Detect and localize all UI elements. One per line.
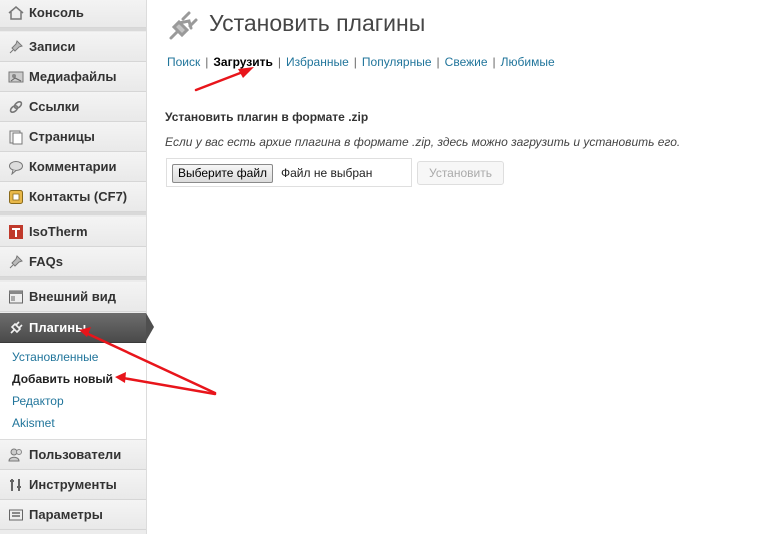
tab-separator: |	[353, 55, 357, 69]
menu-separator	[0, 28, 146, 31]
submenu-akismet[interactable]: Akismet	[12, 416, 55, 430]
choose-file-button[interactable]: Выберите файл	[172, 164, 274, 183]
menu-separator	[0, 277, 146, 280]
admin-sidebar: Консоль Записи Медиафайлы Ссылки Страниц…	[0, 0, 154, 534]
comment-icon	[6, 157, 26, 177]
menu-console[interactable]: Консоль	[0, 0, 146, 28]
tab-separator: |	[205, 55, 209, 69]
menu-tools-label: Инструменты	[29, 477, 117, 492]
users-icon	[6, 445, 26, 465]
submenu-editor[interactable]: Редактор	[12, 394, 64, 408]
tab-upload[interactable]: Загрузить	[213, 55, 272, 69]
menu-posts-label: Записи	[29, 39, 76, 54]
page-title: Установить плагины	[209, 10, 426, 36]
tab-favorites[interactable]: Любимые	[501, 55, 555, 69]
isotherm-icon	[6, 222, 26, 242]
settings-icon	[6, 505, 26, 525]
file-status: Файл не выбран	[281, 166, 373, 180]
menu-pages[interactable]: Страницы	[0, 122, 146, 152]
menu-settings[interactable]: Параметры	[0, 500, 146, 530]
plugins-submenu: Установленные Добавить новый Редактор Ak…	[0, 343, 146, 440]
submenu-add-new[interactable]: Добавить новый	[12, 372, 113, 386]
menu-separator	[0, 212, 146, 215]
upload-description: Если у вас есть архие плагина в формате …	[165, 135, 681, 149]
link-icon	[6, 97, 26, 117]
pin-icon	[6, 252, 26, 272]
menu-faqs[interactable]: FAQs	[0, 247, 146, 277]
menu-plugins[interactable]: Плагины	[0, 313, 146, 343]
plugin-header-icon	[167, 8, 201, 42]
menu-users[interactable]: Пользователи	[0, 440, 146, 470]
menu-settings-label: Параметры	[29, 507, 103, 522]
submenu-installed[interactable]: Установленные	[12, 350, 98, 364]
upload-heading: Установить плагин в формате .zip	[165, 110, 369, 124]
pin-icon	[6, 37, 26, 57]
tab-newest[interactable]: Свежие	[445, 55, 488, 69]
tab-featured[interactable]: Избранные	[286, 55, 349, 69]
tab-popular[interactable]: Популярные	[362, 55, 432, 69]
menu-links[interactable]: Ссылки	[0, 92, 146, 122]
arrow-to-upload-tab	[194, 67, 254, 92]
tools-icon	[6, 475, 26, 495]
menu-appearance[interactable]: Внешний вид	[0, 282, 146, 312]
install-tabs: Поиск | Загрузить | Избранные | Популярные | Све…	[167, 55, 555, 69]
menu-posts[interactable]: Записи	[0, 32, 146, 62]
menu-media[interactable]: Медиафайлы	[0, 62, 146, 92]
tab-search[interactable]: Поиск	[167, 55, 200, 69]
menu-contacts-label: Контакты (CF7)	[29, 189, 128, 204]
page-icon	[6, 127, 26, 147]
active-menu-pointer	[146, 313, 154, 341]
menu-pages-label: Страницы	[29, 129, 95, 144]
menu-isotherm[interactable]: IsoTherm	[0, 217, 146, 247]
menu-links-label: Ссылки	[29, 99, 80, 114]
menu-faqs-label: FAQs	[29, 254, 63, 269]
menu-console-label: Консоль	[29, 5, 84, 20]
menu-contacts[interactable]: Контакты (CF7)	[0, 182, 146, 212]
menu-plugins-label: Плагины	[29, 320, 87, 335]
appearance-icon	[6, 287, 26, 307]
menu-comments[interactable]: Комментарии	[0, 152, 146, 182]
file-input[interactable]: Выберите файл Файл не выбран	[166, 158, 412, 187]
menu-appearance-label: Внешний вид	[29, 289, 116, 304]
contact-form-icon	[6, 187, 26, 207]
media-icon	[6, 67, 26, 87]
dashboard-icon	[6, 3, 26, 23]
install-button[interactable]: Установить	[417, 161, 504, 185]
tab-separator: |	[436, 55, 440, 69]
tab-separator: |	[277, 55, 281, 69]
tab-separator: |	[492, 55, 496, 69]
menu-media-label: Медиафайлы	[29, 69, 117, 84]
menu-tools[interactable]: Инструменты	[0, 470, 146, 500]
menu-users-label: Пользователи	[29, 447, 122, 462]
menu-comments-label: Комментарии	[29, 159, 117, 174]
plugin-icon	[6, 318, 26, 338]
menu-isotherm-label: IsoTherm	[29, 224, 88, 239]
